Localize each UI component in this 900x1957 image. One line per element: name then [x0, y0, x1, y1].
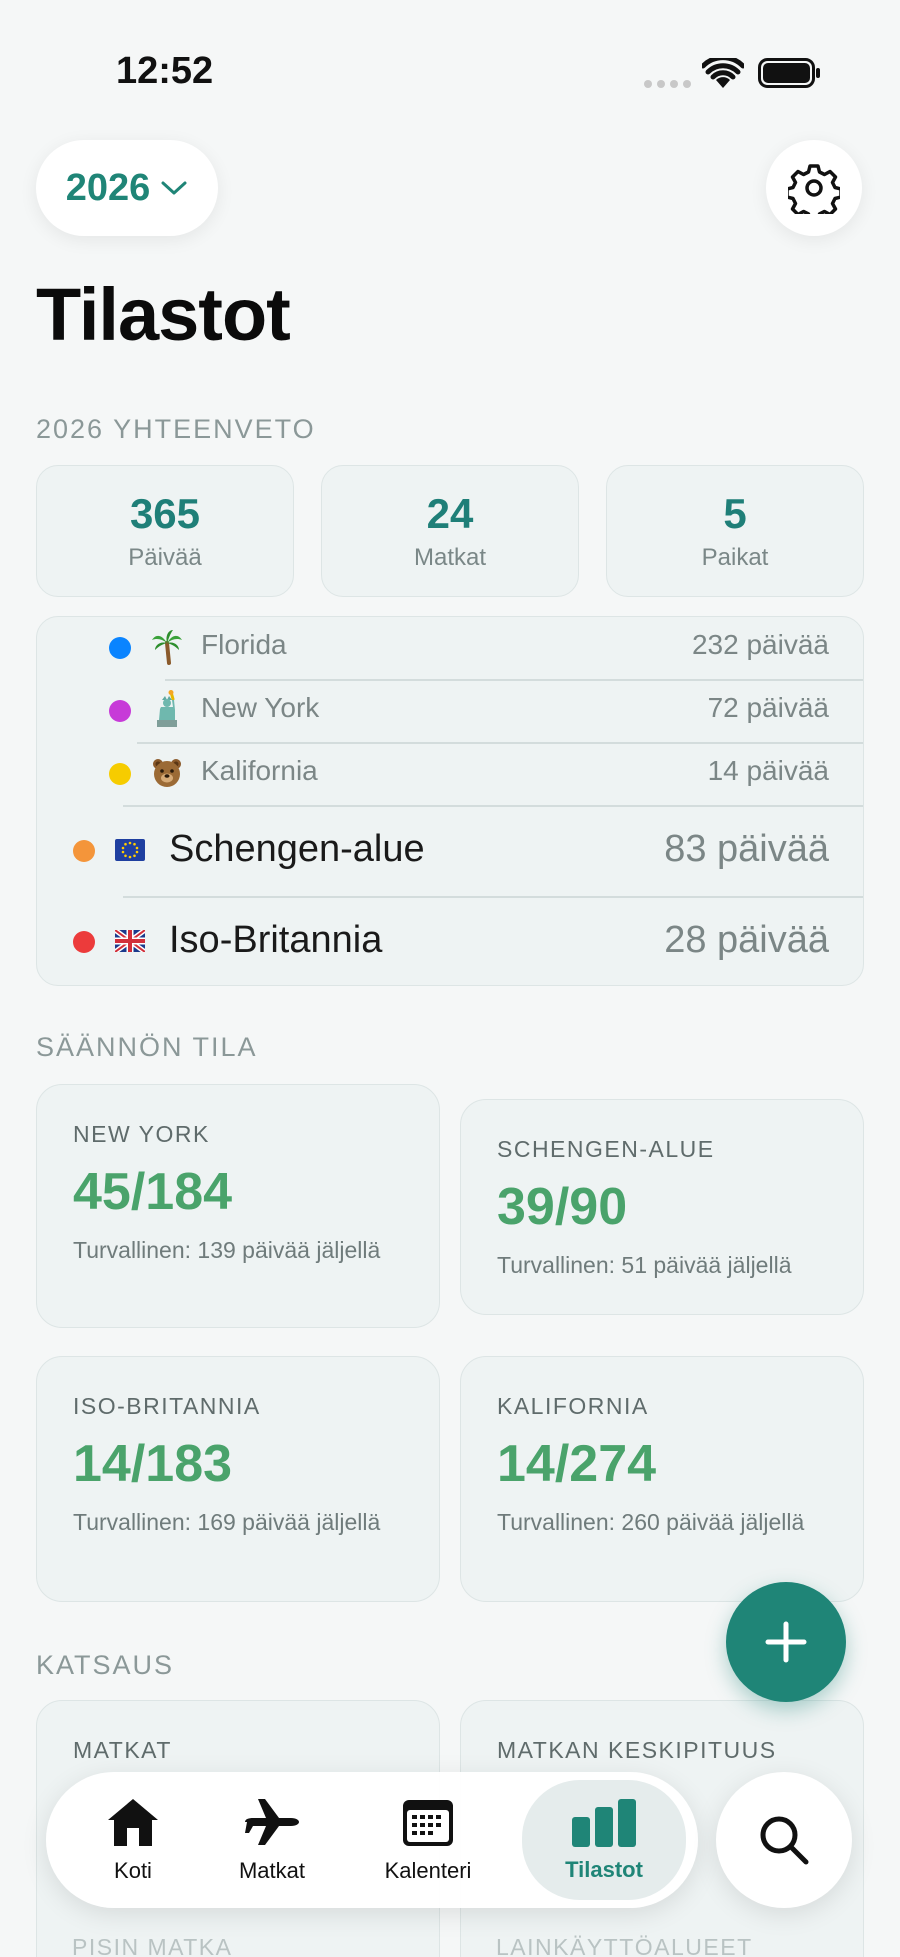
- rule-status-text: Turvallinen: 51 päivää jäljellä: [497, 1252, 792, 1278]
- wifi-icon: [702, 58, 744, 88]
- region-color-dot: [109, 763, 131, 785]
- rule-status-text: Turvallinen: 139 päivää jäljellä: [73, 1237, 381, 1263]
- search-icon: [760, 1816, 809, 1865]
- tab-koti[interactable]: Koti: [76, 1772, 190, 1908]
- region-row-florida[interactable]: Florida 232 päivää: [37, 617, 863, 679]
- search-button[interactable]: [716, 1772, 852, 1908]
- rule-card-new-york[interactable]: NEW YORK 45/184 Turvallinen: 139 päivää …: [36, 1084, 440, 1328]
- regions-list: Florida 232 päivää New York 72 päivää Ka…: [36, 616, 864, 986]
- rules-section-label: SÄÄNNÖN TILA: [36, 1032, 258, 1062]
- summary-days-label: Päivää: [128, 544, 202, 571]
- bear-icon: [153, 759, 181, 787]
- summary-places-value: 5: [723, 490, 747, 537]
- region-name: New York: [201, 692, 320, 723]
- tab-kalenteri[interactable]: Kalenteri: [358, 1772, 498, 1908]
- region-row-kalifornia[interactable]: Kalifornia 14 päivää: [37, 743, 863, 805]
- overview-label-longest-trip: PISIN MATKA: [72, 1934, 233, 1957]
- rule-label: ISO-BRITANNIA: [73, 1393, 261, 1419]
- tab-label: Matkat: [238, 1858, 306, 1883]
- gear-icon: [788, 164, 840, 214]
- overview-label: MATKAN KESKIPITUUS: [497, 1737, 777, 1763]
- tab-label: Koti: [114, 1858, 152, 1883]
- summary-card-days: 365 Päivää: [36, 465, 294, 597]
- tab-label: Kalenteri: [384, 1858, 472, 1883]
- rule-label: KALIFORNIA: [497, 1393, 649, 1419]
- eu-flag-icon: [115, 839, 145, 861]
- year-value: 2026: [65, 166, 151, 209]
- summary-days-value: 365: [129, 490, 201, 537]
- region-color-dot: [109, 637, 131, 659]
- rule-card-kalifornia[interactable]: KALIFORNIA 14/274 Turvallinen: 260 päivä…: [460, 1356, 864, 1602]
- airplane-icon: [245, 1799, 299, 1845]
- region-days: 83 päivää: [664, 828, 829, 870]
- region-name: Florida: [201, 629, 287, 660]
- palm-tree-icon: [152, 630, 182, 665]
- overview-section-label: KATSAUS: [36, 1650, 175, 1680]
- region-name: Schengen-alue: [169, 828, 425, 870]
- rule-card-schengen[interactable]: SCHENGEN-ALUE 39/90 Turvallinen: 51 päiv…: [460, 1099, 864, 1315]
- chevron-down-icon: [161, 181, 187, 195]
- page-title: Tilastot: [36, 273, 291, 356]
- region-row-iso-britannia[interactable]: Iso-Britannia 28 päivää: [37, 897, 863, 985]
- region-name: Iso-Britannia: [169, 919, 383, 961]
- region-color-dot: [73, 840, 95, 862]
- battery-icon: [758, 58, 820, 88]
- summary-card-trips: 24 Matkat: [321, 465, 579, 597]
- rule-card-iso-britannia[interactable]: ISO-BRITANNIA 14/183 Turvallinen: 169 pä…: [36, 1356, 440, 1602]
- rule-label: SCHENGEN-ALUE: [497, 1136, 715, 1162]
- summary-card-places: 5 Paikat: [606, 465, 864, 597]
- overview-label-jurisdictions: LAINKÄYTTÖALUEET: [496, 1934, 753, 1957]
- status-bar: 12:52: [0, 0, 900, 140]
- tab-label: Tilastot: [565, 1857, 643, 1882]
- rule-status-text: Turvallinen: 260 päivää jäljellä: [497, 1509, 805, 1535]
- summary-trips-value: 24: [426, 490, 474, 537]
- rule-label: NEW YORK: [73, 1121, 210, 1147]
- region-row-schengen[interactable]: Schengen-alue 83 päivää: [37, 806, 863, 896]
- rule-value: 14/183: [73, 1435, 233, 1493]
- region-days: 28 päivää: [664, 919, 829, 961]
- rule-value: 45/184: [73, 1163, 233, 1221]
- bar-chart-icon: [572, 1799, 636, 1847]
- statue-of-liberty-icon: [157, 690, 177, 727]
- rule-value: 14/274: [497, 1435, 657, 1493]
- status-time: 12:52: [116, 50, 214, 92]
- summary-trips-label: Matkat: [413, 544, 487, 571]
- region-color-dot: [73, 931, 95, 953]
- calendar-icon: [403, 1800, 453, 1846]
- add-trip-button[interactable]: [726, 1582, 846, 1702]
- region-name: Kalifornia: [201, 755, 318, 786]
- overview-label: MATKAT: [73, 1737, 172, 1763]
- region-days: 232 päivää: [691, 629, 829, 660]
- rule-status-text: Turvallinen: 169 päivää jäljellä: [73, 1509, 381, 1535]
- tab-bar: Koti Matkat Kalenteri Tilastot: [46, 1772, 698, 1908]
- region-days: 14 päivää: [707, 755, 829, 786]
- summary-section-label: 2026 YHTEENVETO: [36, 414, 316, 444]
- tab-matkat[interactable]: Matkat: [212, 1772, 332, 1908]
- summary-places-label: Paikat: [701, 544, 769, 571]
- region-color-dot: [109, 700, 131, 722]
- year-selector-button[interactable]: 2026: [36, 140, 218, 236]
- cellular-signal-icon: [644, 80, 691, 88]
- region-days: 72 päivää: [707, 692, 829, 723]
- rule-value: 39/90: [497, 1178, 628, 1236]
- region-row-new-york[interactable]: New York 72 päivää: [37, 680, 863, 742]
- tab-tilastot[interactable]: Tilastot: [522, 1780, 686, 1900]
- home-icon: [108, 1799, 158, 1846]
- settings-button[interactable]: [766, 140, 862, 236]
- uk-flag-icon: [115, 930, 145, 952]
- plus-icon: [765, 1621, 807, 1663]
